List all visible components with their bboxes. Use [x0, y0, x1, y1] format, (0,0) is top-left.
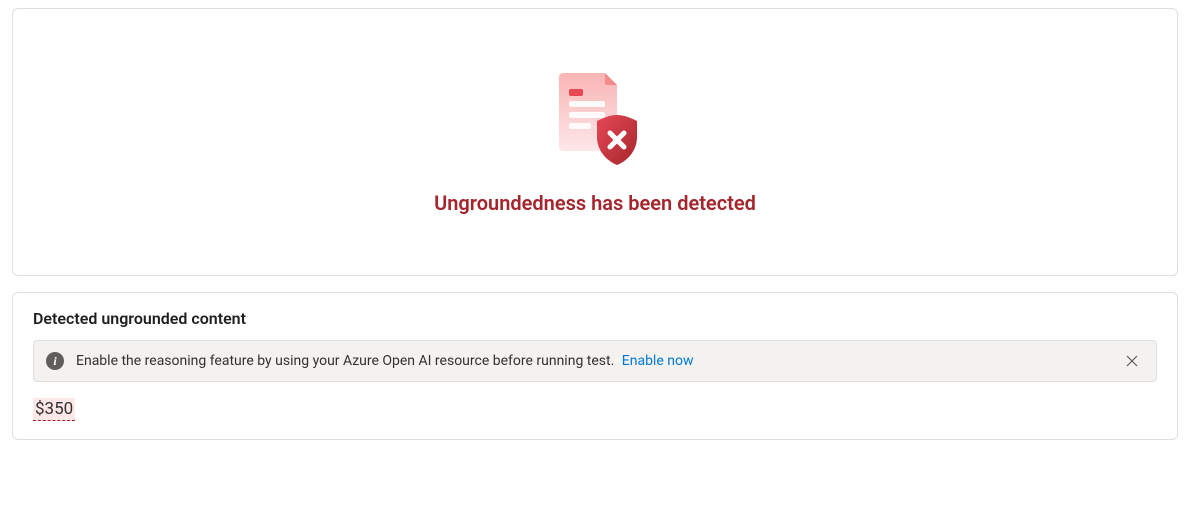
info-icon: i: [46, 352, 64, 370]
ungrounded-document-shield-icon: [547, 69, 643, 173]
detection-result-card: Ungroundedness has been detected: [12, 8, 1178, 276]
detection-title: Ungroundedness has been detected: [37, 191, 1153, 215]
info-message-text: Enable the reasoning feature by using yo…: [76, 353, 1108, 369]
info-message: Enable the reasoning feature by using yo…: [76, 353, 614, 369]
ungrounded-value: $350: [33, 398, 75, 421]
dismiss-info-button[interactable]: [1120, 349, 1144, 373]
info-message-bar: i Enable the reasoning feature by using …: [33, 340, 1157, 382]
detected-content-card: Detected ungrounded content i Enable the…: [12, 292, 1178, 440]
close-icon: [1125, 354, 1139, 368]
enable-now-link[interactable]: Enable now: [622, 353, 694, 369]
detected-content-heading: Detected ungrounded content: [33, 309, 1157, 328]
